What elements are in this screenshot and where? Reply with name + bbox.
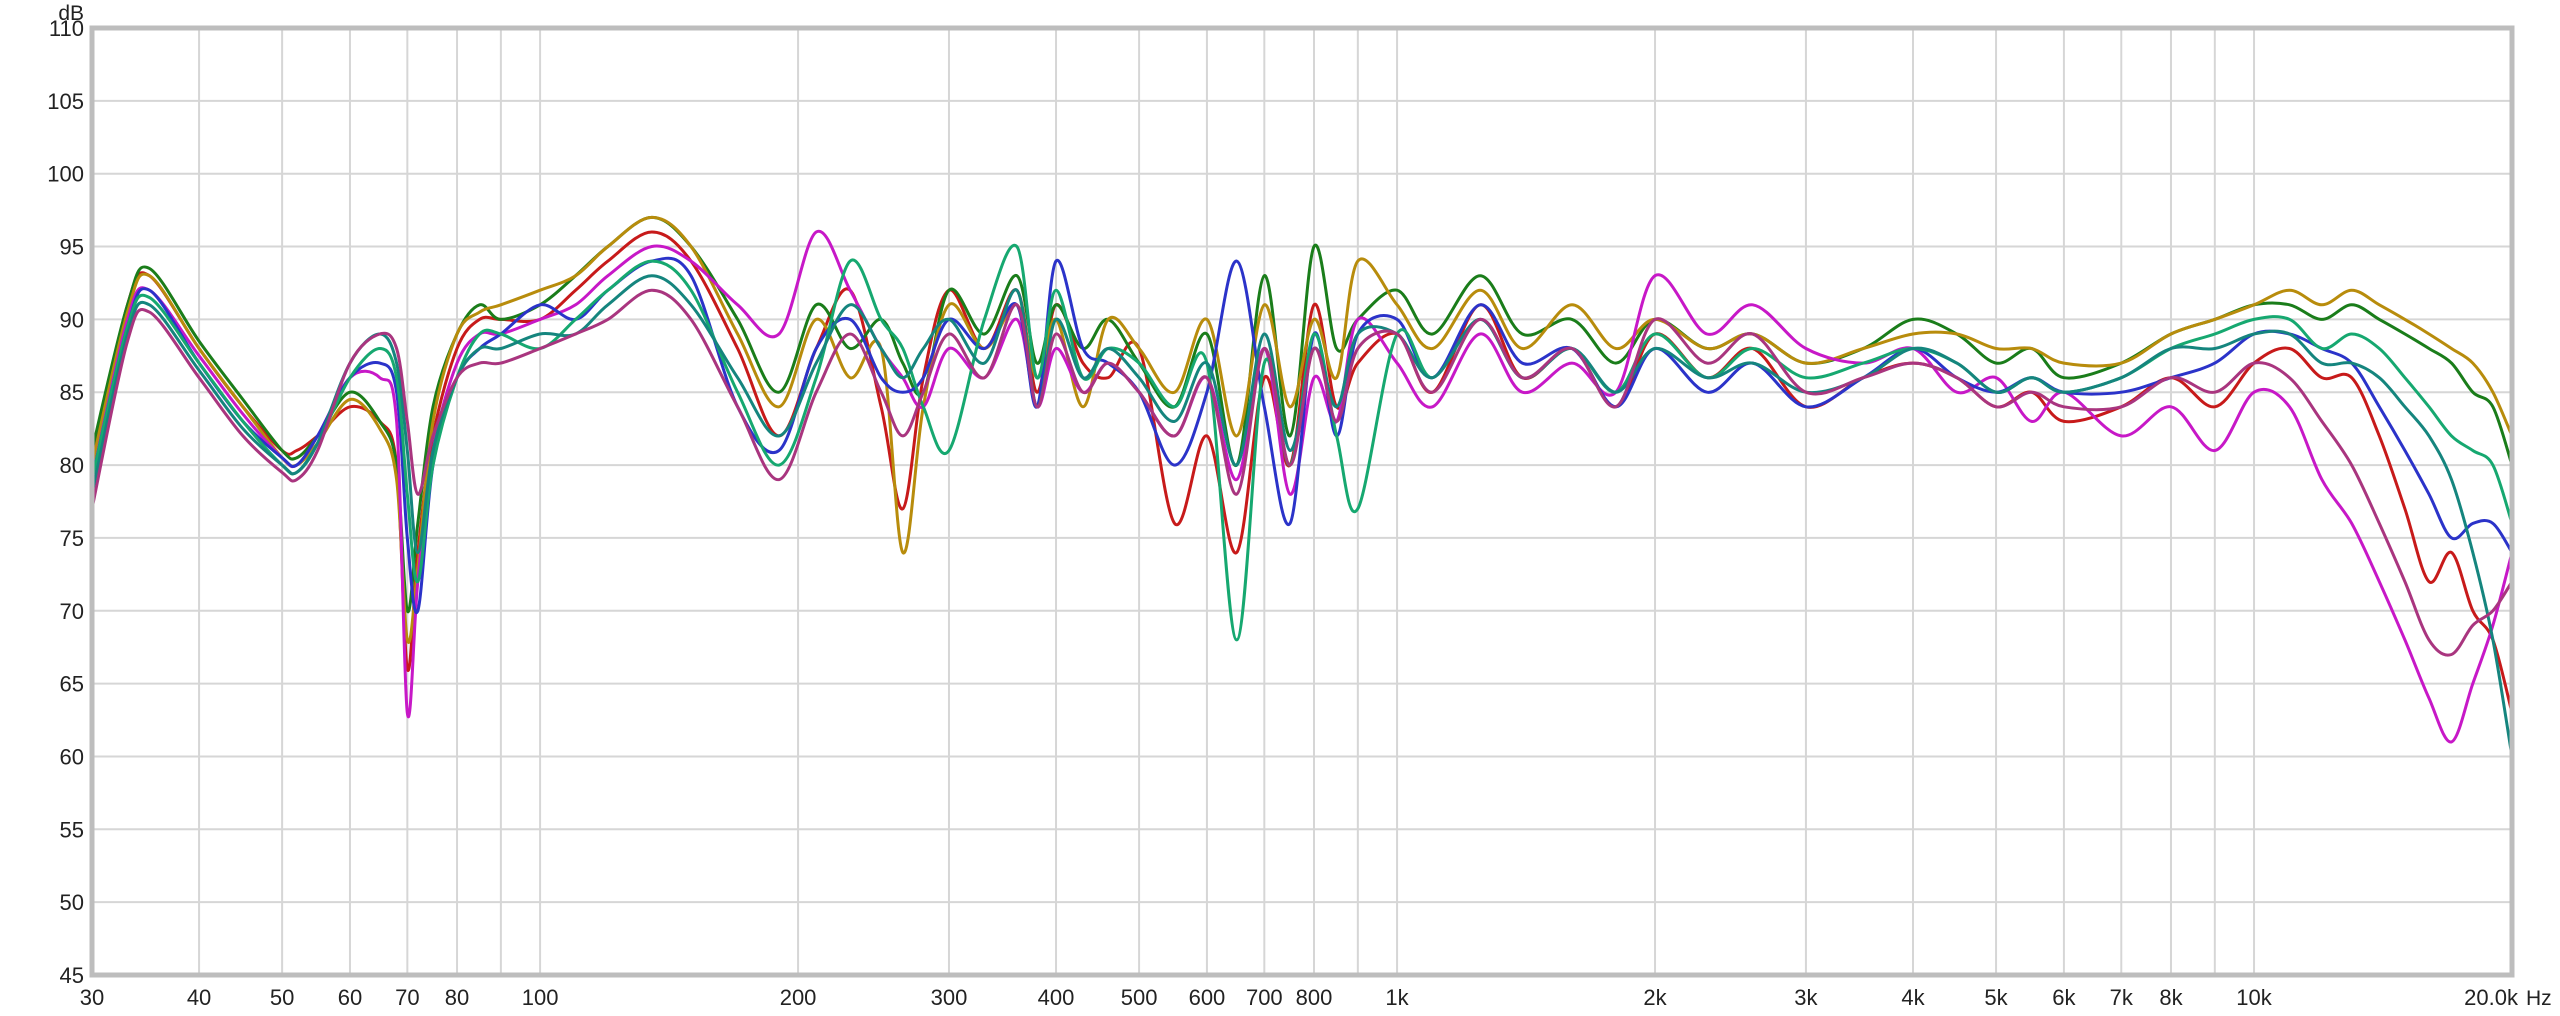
- x-tick-label: 300: [931, 985, 968, 1010]
- response-curves: [92, 215, 2512, 758]
- x-tick-label: 40: [187, 985, 211, 1010]
- x-tick-label: 5k: [1984, 985, 2008, 1010]
- y-tick-label: 80: [60, 453, 84, 478]
- x-unit-label: Hz: [2526, 987, 2552, 1010]
- y-tick-label: 85: [60, 380, 84, 405]
- x-tick-label: 4k: [1901, 985, 1925, 1010]
- y-tick-label: 105: [47, 89, 84, 114]
- x-tick-label: 400: [1038, 985, 1075, 1010]
- x-gridlines: [91, 28, 2513, 975]
- x-tick-labels: 30 40 50 60 70 80 100 200 300 400 500 600 700 800 1k 2k…: [80, 985, 2519, 1010]
- x-tick-label: 10k: [2236, 985, 2272, 1010]
- y-tick-label: 95: [60, 235, 84, 260]
- y-unit-label: dB: [58, 2, 84, 25]
- y-tick-label: 75: [60, 526, 84, 551]
- x-tick-label: 800: [1296, 985, 1333, 1010]
- x-tick-label: 30: [80, 985, 104, 1010]
- x-tick-label: 8k: [2159, 985, 2183, 1010]
- x-tick-label: 80: [445, 985, 469, 1010]
- x-tick-label: 700: [1246, 985, 1283, 1010]
- frequency-response-chart: 30 40 50 60 70 80 100 200 300 400 500 600 700 800 1k 2k…: [47, 2, 2552, 1010]
- y-tick-label: 50: [60, 890, 84, 915]
- y-tick-labels: 4550556065707580859095100105110: [47, 16, 84, 988]
- y-tick-label: 45: [60, 963, 84, 988]
- x-tick-label: 20.0k: [2464, 985, 2519, 1010]
- x-tick-label: 100: [522, 985, 559, 1010]
- y-tick-label: 90: [60, 307, 84, 332]
- y-tick-label: 60: [60, 744, 84, 769]
- x-tick-label: 200: [780, 985, 817, 1010]
- x-tick-label: 50: [270, 985, 294, 1010]
- y-tick-label: 65: [60, 672, 84, 697]
- series-line: [92, 230, 2512, 715]
- y-tick-label: 55: [60, 817, 84, 842]
- x-tick-label: 500: [1121, 985, 1158, 1010]
- x-tick-label: 600: [1189, 985, 1226, 1010]
- series-line: [92, 256, 2512, 615]
- y-tick-label: 70: [60, 599, 84, 624]
- x-tick-label: 6k: [2052, 985, 2076, 1010]
- x-tick-label: 3k: [1794, 985, 1818, 1010]
- y-tick-label: 100: [47, 162, 84, 187]
- y-gridlines: [92, 27, 2512, 976]
- x-tick-label: 2k: [1643, 985, 1667, 1010]
- plot-frame: [89, 25, 2515, 978]
- x-tick-label: 60: [338, 985, 362, 1010]
- series-line: [92, 229, 2512, 744]
- x-tick-label: 1k: [1385, 985, 1409, 1010]
- x-tick-label: 7k: [2110, 985, 2134, 1010]
- x-tick-label: 70: [395, 985, 419, 1010]
